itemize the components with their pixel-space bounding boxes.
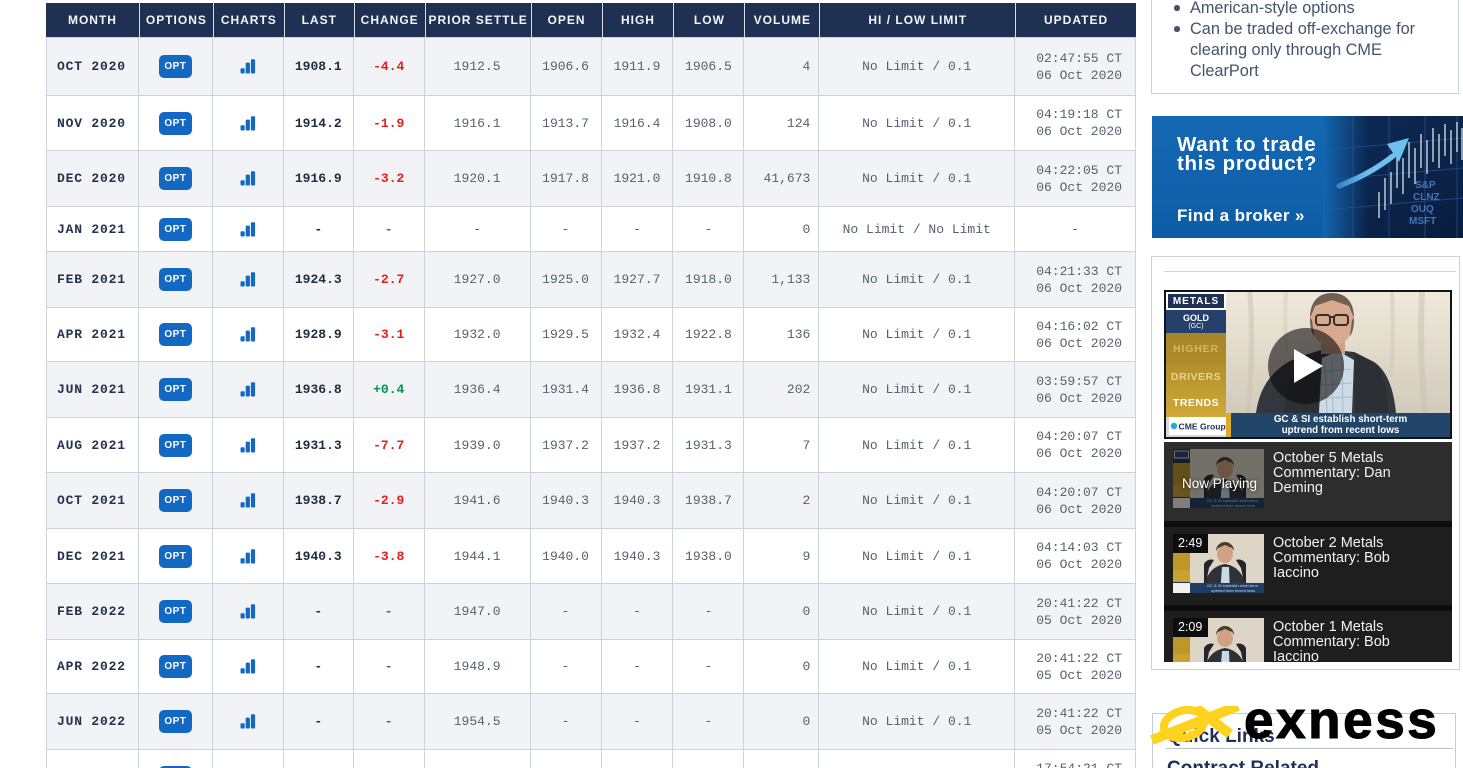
svg-text:CME Group: CME Group xyxy=(1178,422,1225,432)
svg-text:CLNZ: CLNZ xyxy=(1413,192,1440,203)
svg-text:MSFT: MSFT xyxy=(1409,216,1436,227)
svg-text:S&P: S&P xyxy=(1415,180,1436,191)
svg-text:uptrend from recent lows: uptrend from recent lows xyxy=(1211,588,1255,593)
svg-text:OUQ: OUQ xyxy=(1411,204,1434,215)
